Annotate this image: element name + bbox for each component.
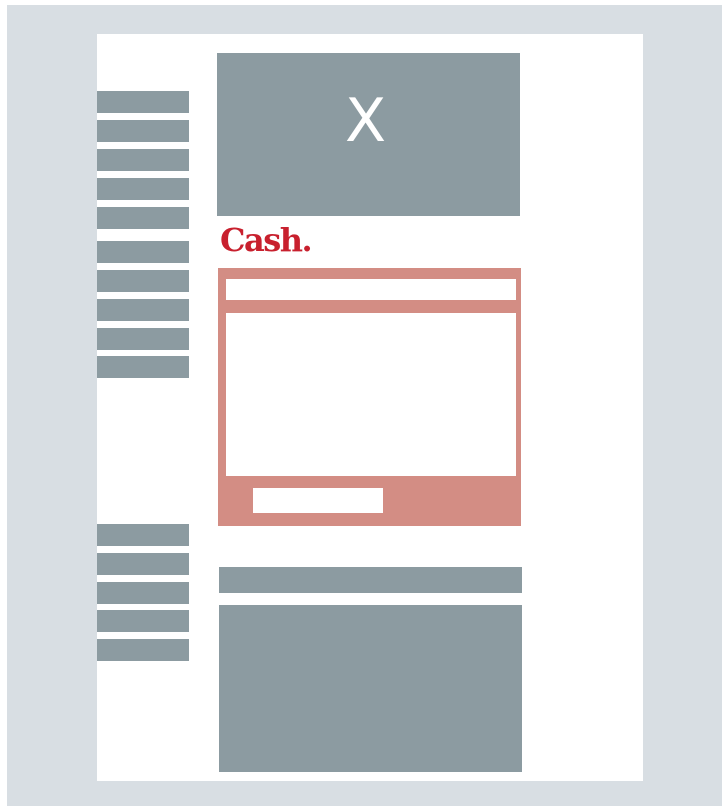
widget-input[interactable] bbox=[226, 279, 516, 300]
canvas: X Cash. bbox=[0, 0, 722, 806]
nav-item[interactable] bbox=[97, 149, 189, 171]
widget-button[interactable] bbox=[253, 488, 383, 513]
widget-content-area[interactable] bbox=[226, 313, 516, 476]
nav-item[interactable] bbox=[97, 328, 189, 350]
nav-item[interactable] bbox=[97, 639, 189, 661]
content-panel bbox=[219, 605, 522, 772]
nav-item[interactable] bbox=[97, 178, 189, 200]
cash-widget bbox=[218, 268, 521, 526]
nav-item[interactable] bbox=[97, 553, 189, 575]
nav-item[interactable] bbox=[97, 91, 189, 113]
nav-item[interactable] bbox=[97, 207, 189, 229]
nav-item[interactable] bbox=[97, 356, 189, 378]
nav-item[interactable] bbox=[97, 270, 189, 292]
nav-item[interactable] bbox=[97, 299, 189, 321]
brand-logo: Cash. bbox=[220, 221, 313, 259]
nav-item[interactable] bbox=[97, 610, 189, 632]
nav-item[interactable] bbox=[97, 120, 189, 142]
nav-item[interactable] bbox=[97, 241, 189, 263]
content-heading-bar bbox=[219, 567, 522, 593]
nav-item[interactable] bbox=[97, 582, 189, 604]
nav-item[interactable] bbox=[97, 524, 189, 546]
close-x-icon[interactable]: X bbox=[345, 91, 386, 151]
hero-placeholder: X bbox=[217, 53, 520, 216]
